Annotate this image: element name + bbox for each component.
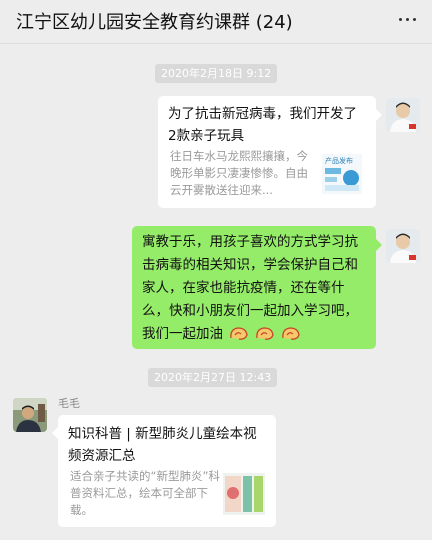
- avatar-image: [386, 229, 420, 263]
- timestamp: 2020年2月27日 12:43: [148, 368, 278, 387]
- timestamp: 2020年2月18日 9:12: [155, 64, 278, 83]
- more-dots-icon[interactable]: [398, 10, 418, 30]
- avatar[interactable]: [13, 398, 47, 432]
- card-thumbnail: 产品发布: [322, 154, 362, 194]
- chat-title: 江宁区幼儿园安全教育约课群 (24): [16, 12, 293, 33]
- avatar-image: [386, 98, 420, 132]
- cheer-emoji-icon: [255, 326, 275, 349]
- cheer-emoji-icon: [281, 326, 301, 349]
- card-description: 往日车水马龙熙熙攘攘，今晚形单影只凄凄惨惨。自由云开雾散送往迎来...: [170, 149, 308, 197]
- link-card-message[interactable]: 为了抗击新冠病毒，我们开发了2款亲子玩具 往日车水马龙熙熙攘攘，今晚形单影只凄凄…: [158, 96, 376, 208]
- bubble-tail: [376, 239, 382, 251]
- sent-text-message[interactable]: 寓教于乐，用孩子喜欢的方式学习抗击病毒的相关知识，学会保护自己和家人，在家也能抗…: [132, 226, 376, 349]
- card-thumbnail: [223, 473, 265, 515]
- card-title: 为了抗击新冠病毒，我们开发了2款亲子玩具: [168, 106, 357, 144]
- avatar[interactable]: [386, 98, 420, 132]
- card-description: 适合亲子共读的“新型肺炎”科普资料汇总，绘本可全部下载。: [70, 469, 220, 517]
- sender-name: 毛毛: [58, 397, 80, 410]
- bubble-tail: [376, 109, 382, 121]
- chat-header: 江宁区幼儿园安全教育约课群 (24): [0, 0, 432, 44]
- thumb-label: 产品发布: [325, 156, 353, 165]
- link-card-message[interactable]: 知识科普 | 新型肺炎儿童绘本视频资源汇总 适合亲子共读的“新型肺炎”科普资料汇…: [58, 415, 276, 527]
- message-text: 寓教于乐，用孩子喜欢的方式学习抗击病毒的相关知识，学会保护自己和家人，在家也能抗…: [142, 234, 358, 342]
- avatar-image: [13, 398, 47, 432]
- card-title: 知识科普 | 新型肺炎儿童绘本视频资源汇总: [68, 426, 257, 464]
- avatar[interactable]: [386, 229, 420, 263]
- cheer-emoji-icon: [229, 326, 249, 349]
